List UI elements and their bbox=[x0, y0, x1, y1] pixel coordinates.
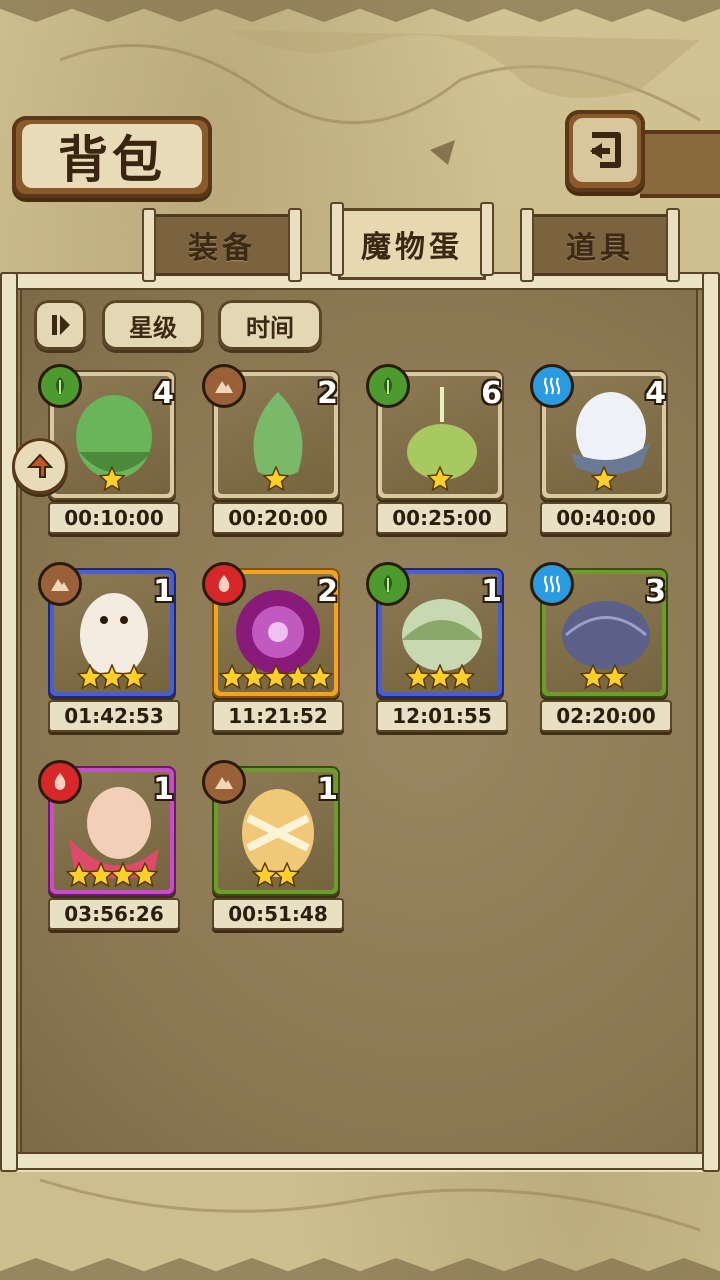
hatch-timer: 11:21:52 bbox=[212, 700, 344, 732]
egg-count: 2 bbox=[317, 574, 338, 609]
turn-arrow-icon bbox=[26, 453, 54, 478]
sort-by-star-button[interactable]: 星级 bbox=[102, 300, 204, 350]
mountain-element-icon bbox=[202, 364, 246, 408]
egg-slot[interactable]: 6 00:25:00 bbox=[366, 364, 510, 534]
egg-star-rating bbox=[372, 465, 508, 496]
hatch-timer: 03:56:26 bbox=[48, 898, 180, 930]
sort-by-time-label: 时间 bbox=[246, 313, 294, 342]
leaf-element-icon bbox=[366, 562, 410, 606]
sort-by-time-button[interactable]: 时间 bbox=[218, 300, 322, 350]
hatch-timer: 00:20:00 bbox=[212, 502, 344, 534]
back-button[interactable] bbox=[565, 110, 645, 192]
leaf-element-icon bbox=[366, 364, 410, 408]
egg-slot[interactable]: 1 00:51:48 bbox=[202, 760, 346, 930]
egg-slot[interactable]: 3 02:20:00 bbox=[530, 562, 674, 732]
star-icon bbox=[120, 663, 148, 690]
return-icon bbox=[590, 132, 621, 168]
fire-element-icon bbox=[38, 760, 82, 804]
tab-items-label: 道具 bbox=[566, 231, 634, 266]
egg-slot[interactable]: 4 00:40:00 bbox=[530, 364, 674, 534]
tab-monster-eggs[interactable]: 魔物蛋 bbox=[330, 202, 494, 280]
hatch-timer: 01:42:53 bbox=[48, 700, 180, 732]
sort-by-star-label: 星级 bbox=[129, 313, 177, 342]
star-icon bbox=[448, 663, 476, 690]
mountain-element-icon bbox=[38, 562, 82, 606]
egg-count: 1 bbox=[153, 772, 174, 807]
star-icon bbox=[131, 861, 159, 888]
star-icon bbox=[601, 663, 629, 690]
back-strip bbox=[640, 130, 720, 198]
egg-count: 2 bbox=[317, 376, 338, 411]
egg-count: 6 bbox=[481, 376, 502, 411]
egg-count: 3 bbox=[645, 574, 666, 609]
hatch-timer: 00:25:00 bbox=[376, 502, 508, 534]
egg-count: 4 bbox=[153, 376, 174, 411]
egg-star-rating bbox=[208, 663, 344, 694]
egg-slot[interactable]: 2 11:21:52 bbox=[202, 562, 346, 732]
tab-monster-eggs-label: 魔物蛋 bbox=[361, 230, 463, 265]
pause-sort-icon bbox=[52, 315, 70, 335]
tab-equipment-label: 装备 bbox=[188, 231, 256, 266]
egg-star-rating bbox=[44, 861, 180, 892]
side-arrow-marker[interactable] bbox=[12, 438, 68, 494]
egg-slot[interactable]: 4 00:10:00 bbox=[38, 364, 182, 534]
mountain-element-icon bbox=[202, 760, 246, 804]
title-plate: 背包 bbox=[12, 116, 212, 198]
egg-star-rating bbox=[208, 861, 344, 892]
star-icon bbox=[306, 663, 334, 690]
egg-count: 1 bbox=[317, 772, 338, 807]
egg-count: 4 bbox=[645, 376, 666, 411]
water-element-icon bbox=[530, 562, 574, 606]
egg-star-rating bbox=[372, 663, 508, 694]
panel-frame-left bbox=[0, 272, 18, 1172]
hatch-timer: 00:40:00 bbox=[540, 502, 672, 534]
fire-element-icon bbox=[202, 562, 246, 606]
page-title: 背包 bbox=[58, 130, 166, 189]
panel-frame-bottom bbox=[0, 1152, 720, 1170]
egg-count: 1 bbox=[481, 574, 502, 609]
panel-frame-right bbox=[702, 272, 720, 1172]
egg-slot[interactable]: 1 03:56:26 bbox=[38, 760, 182, 930]
hatch-timer: 12:01:55 bbox=[376, 700, 508, 732]
hatch-timer: 00:10:00 bbox=[48, 502, 180, 534]
egg-count: 1 bbox=[153, 574, 174, 609]
egg-star-rating bbox=[208, 465, 344, 496]
egg-slot[interactable]: 2 00:20:00 bbox=[202, 364, 346, 534]
tab-items[interactable]: 道具 bbox=[520, 208, 680, 282]
tab-equipment[interactable]: 装备 bbox=[142, 208, 302, 282]
egg-star-rating bbox=[536, 465, 672, 496]
egg-slot[interactable]: 1 12:01:55 bbox=[366, 562, 510, 732]
egg-slot[interactable]: 1 01:42:53 bbox=[38, 562, 182, 732]
egg-star-rating bbox=[536, 663, 672, 694]
star-icon bbox=[590, 465, 618, 492]
star-icon bbox=[426, 465, 454, 492]
egg-star-rating bbox=[44, 663, 180, 694]
leaf-element-icon bbox=[38, 364, 82, 408]
hatch-timer: 02:20:00 bbox=[540, 700, 672, 732]
star-icon bbox=[262, 465, 290, 492]
water-element-icon bbox=[530, 364, 574, 408]
sort-toggle-button[interactable] bbox=[34, 300, 86, 350]
star-icon bbox=[98, 465, 126, 492]
star-icon bbox=[273, 861, 301, 888]
hatch-timer: 00:51:48 bbox=[212, 898, 344, 930]
